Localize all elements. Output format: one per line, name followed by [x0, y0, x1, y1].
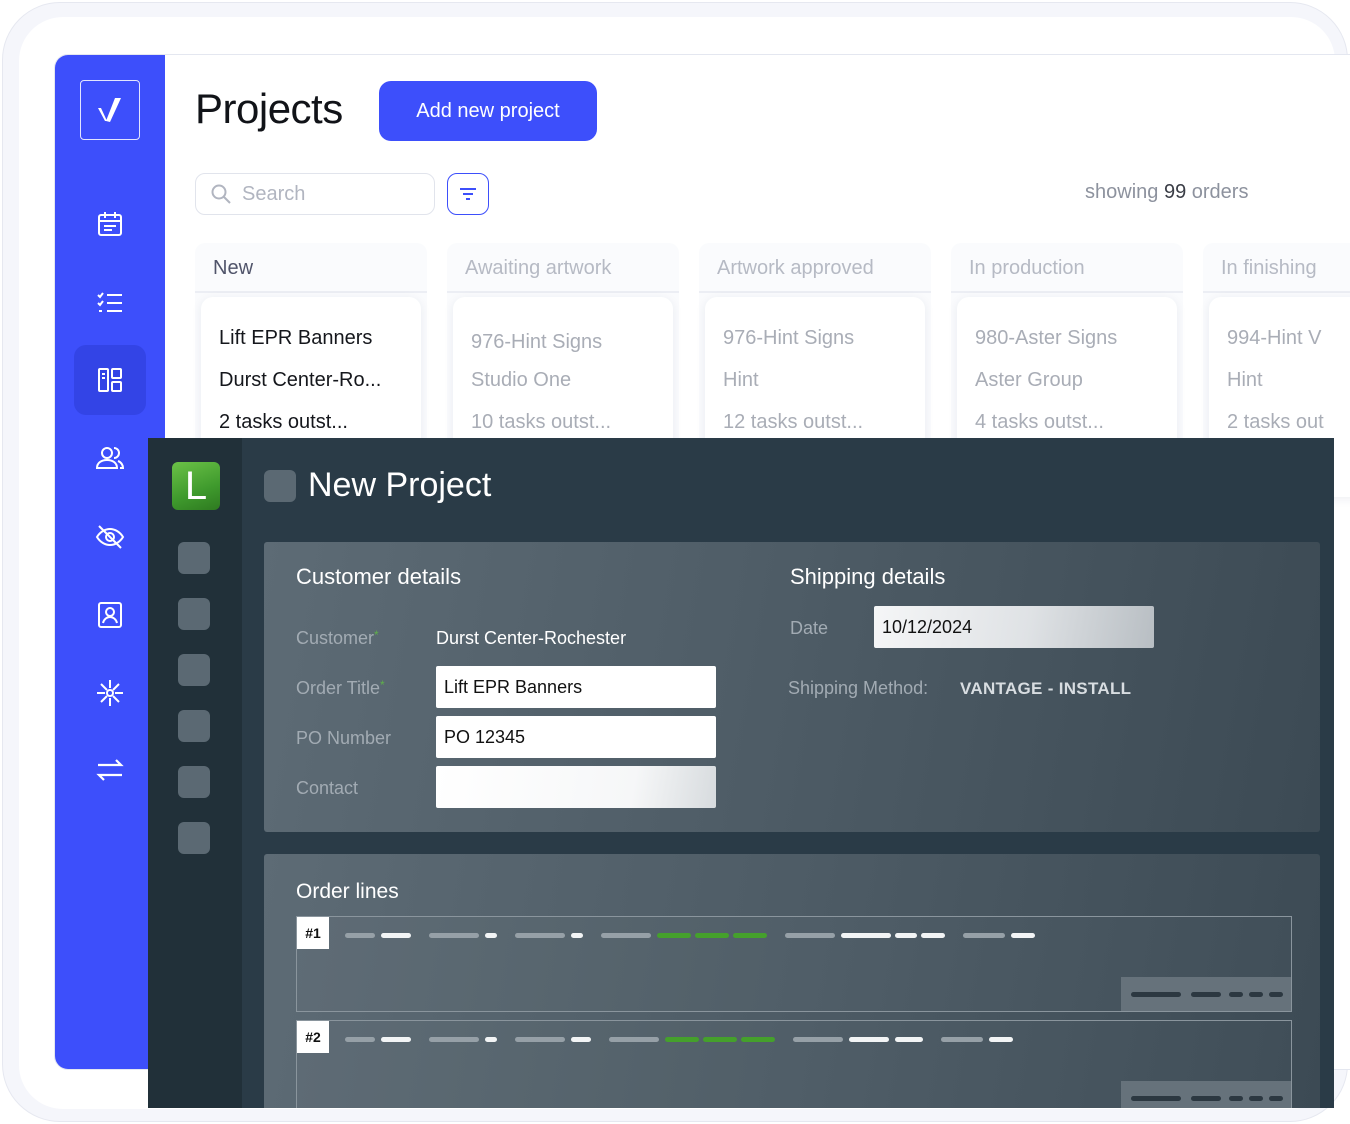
column-title: In production [951, 243, 1183, 293]
contact-card-icon [98, 602, 122, 628]
customer-label: Customer* [296, 628, 379, 648]
nav-board[interactable] [74, 345, 146, 415]
dark-sidebar: L [148, 438, 242, 1108]
page-title: Projects [195, 85, 343, 132]
card-customer: Hint [723, 369, 759, 391]
filter-button[interactable] [447, 173, 489, 215]
nav-transfers[interactable] [74, 735, 146, 805]
date-label: Date [790, 618, 829, 638]
card-tasks: 10 tasks outst... [471, 411, 612, 433]
card-tasks: 2 tasks outst... [219, 411, 348, 433]
order-lines-heading: Order lines [296, 880, 399, 903]
shipping-method-label: Shipping Method: [788, 678, 929, 698]
card-title: 976-Hint Signs [471, 331, 603, 353]
card-tasks: 4 tasks outst... [975, 411, 1104, 433]
po-number-label: PO Number [296, 728, 392, 748]
nav-calendar[interactable] [74, 189, 146, 259]
column-title: In finishing [1203, 243, 1350, 293]
users-icon [95, 447, 125, 469]
line-totals [1121, 977, 1291, 1011]
column-title: Artwork approved [699, 243, 931, 293]
sidebar-placeholder-icon[interactable] [178, 654, 210, 686]
required-mark: * [374, 628, 379, 642]
calendar-icon [98, 212, 122, 236]
line-number: #2 [297, 1021, 329, 1053]
card-customer: Studio One [471, 369, 572, 391]
nav-integrations[interactable] [74, 658, 146, 728]
card-customer: Hint [1227, 369, 1263, 391]
check-logo-icon [98, 98, 121, 122]
column-title: New [195, 243, 427, 293]
order-line[interactable]: #1 [296, 916, 1292, 1012]
card-tasks: 12 tasks outst... [723, 411, 864, 433]
window-title: New Project [308, 466, 492, 504]
date-input[interactable] [874, 606, 1154, 648]
search-icon [211, 184, 231, 204]
order-lines-panel: Order lines #1 #2 [264, 854, 1320, 1108]
search-input[interactable] [242, 182, 412, 206]
customer-shipping-panel: Customer details Customer* Durst Center-… [264, 542, 1320, 832]
board-icon [98, 368, 122, 392]
line-totals [1121, 1081, 1291, 1108]
sidebar-placeholder-icon[interactable] [178, 822, 210, 854]
customer-details-heading: Customer details [296, 564, 462, 589]
card-customer: Aster Group [975, 369, 1083, 391]
nav-users[interactable] [74, 423, 146, 493]
order-title-input[interactable] [436, 666, 716, 708]
card-customer: Durst Center-Ro... [219, 369, 382, 391]
contact-label: Contact [296, 778, 359, 798]
required-mark: * [380, 678, 385, 692]
shipping-details-heading: Shipping details [790, 564, 946, 589]
app-logo-l[interactable]: L [172, 462, 220, 510]
contact-input[interactable] [436, 766, 716, 808]
order-title-label: Order Title* [296, 678, 385, 698]
card-title: 976-Hint Signs [723, 327, 855, 349]
nav-contacts[interactable] [74, 580, 146, 650]
sidebar-placeholder-icon[interactable] [178, 598, 210, 630]
sidebar-placeholder-icon[interactable] [178, 710, 210, 742]
hidden-icon [95, 525, 125, 549]
add-new-project-button[interactable]: Add new project [379, 81, 597, 141]
line-number: #1 [297, 917, 329, 949]
sidebar-placeholder-icon[interactable] [178, 766, 210, 798]
search-box[interactable] [195, 173, 435, 215]
card-title: 994-Hint V [1227, 327, 1322, 349]
nav-tasks[interactable] [74, 268, 146, 338]
transfer-icon [96, 759, 124, 781]
card-tasks: 2 tasks out [1227, 411, 1324, 433]
shipping-method-value[interactable]: VANTAGE - INSTALL [960, 679, 1131, 699]
order-line[interactable]: #2 [296, 1020, 1292, 1108]
column-title: Awaiting artwork [447, 243, 679, 293]
filter-icon [460, 188, 476, 200]
po-number-input[interactable] [436, 716, 716, 758]
orders-count: showing 99 orders [1085, 181, 1249, 203]
card-title: 980-Aster Signs [975, 327, 1118, 349]
checklist-icon [97, 292, 122, 312]
title-placeholder-icon [264, 470, 296, 502]
sidebar-placeholder-icon[interactable] [178, 542, 210, 574]
nav-hidden[interactable] [74, 502, 146, 572]
snowflake-icon [97, 680, 123, 706]
app-logo[interactable] [80, 80, 140, 140]
card-title: Lift EPR Banners [219, 327, 373, 349]
customer-value: Durst Center-Rochester [436, 628, 627, 648]
new-project-window: L New Project Customer details Customer*… [148, 438, 1334, 1108]
